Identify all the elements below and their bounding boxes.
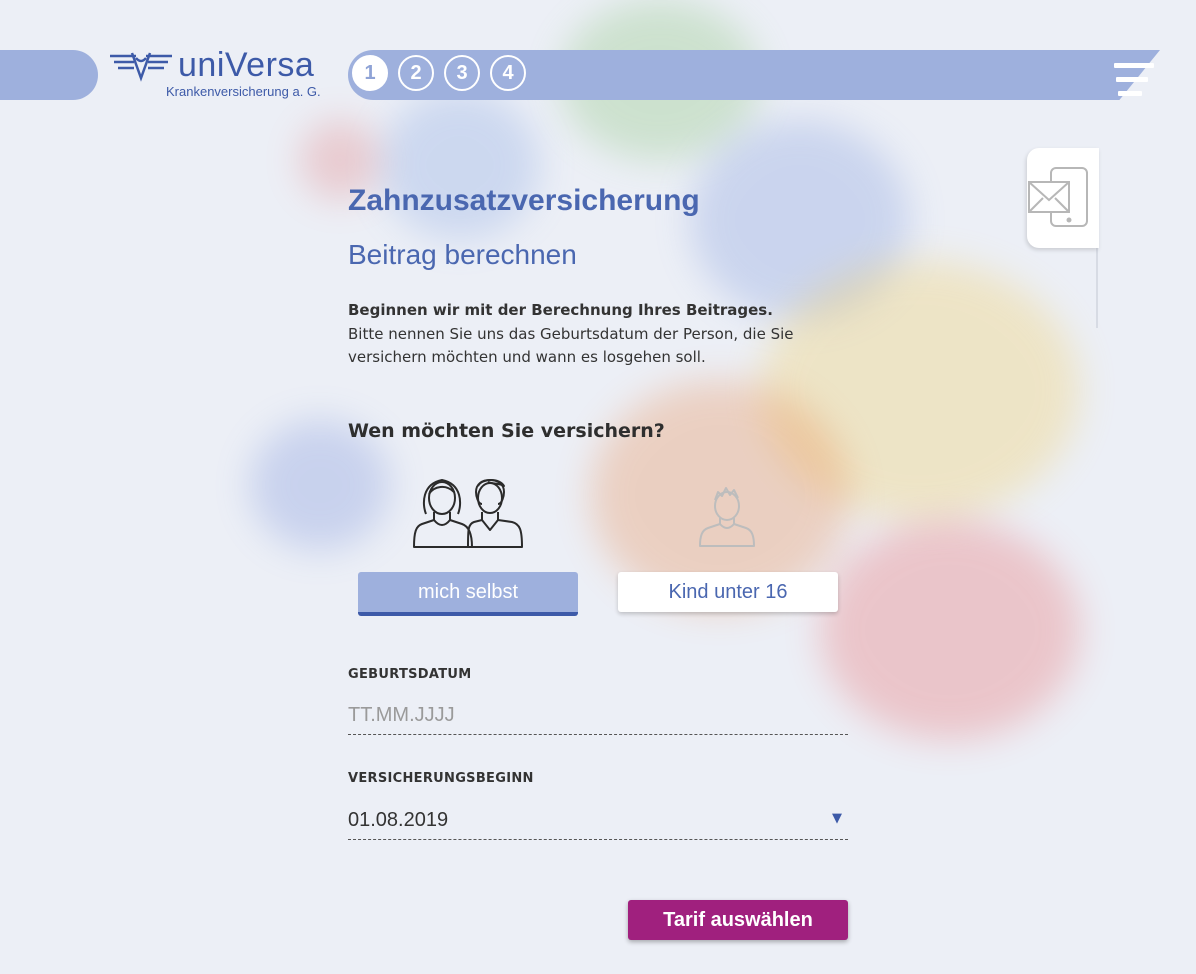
option-child-button[interactable]: Kind unter 16 — [618, 572, 838, 612]
insure-question: Wen möchten Sie versichern? — [348, 420, 665, 442]
birthdate-field[interactable]: TT.MM.JJJJ — [348, 694, 848, 735]
contact-tab[interactable] — [1027, 148, 1099, 248]
start-date-select[interactable]: 01.08.2019 ▼ — [348, 799, 848, 840]
child-icon[interactable] — [694, 486, 760, 550]
birthdate-label: GEBURTSDATUM — [348, 667, 472, 682]
step-2[interactable]: 2 — [398, 55, 434, 91]
step-4[interactable]: 4 — [490, 55, 526, 91]
mail-phone-icon — [1028, 167, 1088, 227]
step-3[interactable]: 3 — [444, 55, 480, 91]
chevron-down-icon: ▼ — [832, 811, 842, 826]
logo-subtitle: Krankenversicherung a. G. — [166, 84, 321, 99]
page-title: Zahnzusatzversicherung — [348, 184, 700, 217]
select-tariff-button[interactable]: Tarif auswählen — [628, 900, 848, 940]
start-date-label: VERSICHERUNGSBEGINN — [348, 771, 534, 786]
intro-bold: Beginnen wir mit der Berechnung Ihres Be… — [348, 301, 773, 319]
start-date-value: 01.08.2019 — [348, 809, 449, 831]
page-subtitle: Beitrag berechnen — [348, 239, 577, 270]
logo-wordmark: uniVersa — [178, 46, 315, 84]
universa-logo[interactable]: uniVersa Krankenversicherung a. G. — [108, 46, 340, 104]
header-bar-left — [0, 50, 98, 100]
progress-steps: 1 2 3 4 — [352, 55, 526, 91]
birthdate-placeholder: TT.MM.JJJJ — [348, 704, 455, 726]
hamburger-menu-icon[interactable] — [1112, 60, 1154, 100]
step-1[interactable]: 1 — [352, 55, 388, 91]
intro-body: Bitte nennen Sie uns das Geburtsdatum de… — [348, 324, 794, 367]
logo-wing-icon — [110, 52, 172, 82]
intro-text: Beginnen wir mit der Berechnung Ihres Be… — [348, 299, 828, 370]
option-self-button[interactable]: mich selbst — [358, 572, 578, 616]
adults-icon[interactable] — [412, 474, 524, 550]
